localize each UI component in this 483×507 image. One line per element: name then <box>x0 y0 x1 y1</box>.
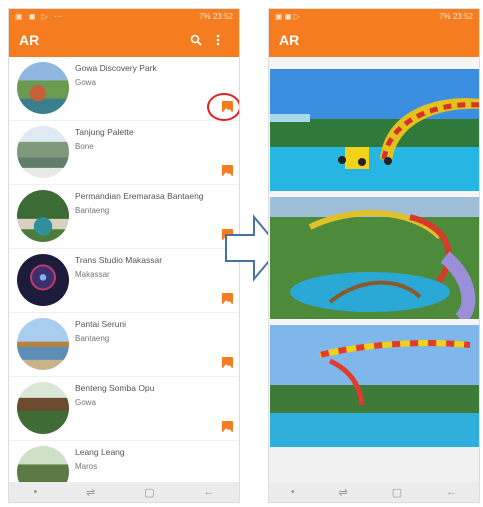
recent-apps-icon[interactable]: ⇌ <box>339 486 348 499</box>
app-title: AR <box>279 32 300 48</box>
place-thumbnail <box>17 62 69 114</box>
list-item[interactable]: Pantai Seruni Bantaeng <box>9 313 239 377</box>
place-location: Maros <box>75 462 98 471</box>
app-bar: AR <box>269 23 479 57</box>
place-location: Bone <box>75 142 94 151</box>
place-thumbnail <box>17 126 69 178</box>
status-bar: ▣ ◼ ▷ 7% 23:52 <box>269 9 479 23</box>
place-thumbnail <box>17 318 69 370</box>
list-item[interactable]: Tanjung Palette Bone <box>9 121 239 185</box>
gallery-photo[interactable] <box>270 69 479 191</box>
search-icon[interactable] <box>185 29 207 51</box>
app-title: AR <box>19 32 40 48</box>
list-item[interactable]: Permandian Eremarasa Bantaeng Bantaeng <box>9 185 239 249</box>
list-screen: ▣ ◼ ▷ ⋯ 7% 23:52 AR Gowa Discovery Park … <box>8 8 240 503</box>
place-name: Trans Studio Makassar <box>75 255 163 265</box>
place-name: Tanjung Palette <box>75 127 134 137</box>
status-time: 7% 23:52 <box>439 11 473 21</box>
more-vert-icon[interactable] <box>207 29 229 51</box>
highlight-circle <box>207 93 239 121</box>
place-location: Gowa <box>75 78 96 87</box>
gallery-photo[interactable] <box>270 325 479 447</box>
place-name: Permandian Eremarasa Bantaeng <box>75 191 204 201</box>
image-icon[interactable] <box>222 165 233 176</box>
place-thumbnail <box>17 190 69 242</box>
back-icon[interactable]: ← <box>446 486 457 498</box>
list-item[interactable]: Benteng Somba Opu Gowa <box>9 377 239 441</box>
nav-bar: • ⇌ ▢ ← <box>269 482 479 502</box>
nav-dot-icon[interactable]: • <box>291 486 295 498</box>
place-location: Makassar <box>75 270 110 279</box>
status-bar: ▣ ◼ ▷ ⋯ 7% 23:52 <box>9 9 239 23</box>
place-thumbnail <box>17 254 69 306</box>
nav-bar: • ⇌ ▢ ← <box>9 482 239 502</box>
image-icon[interactable] <box>222 293 233 304</box>
place-name: Pantai Seruni <box>75 319 127 329</box>
home-icon[interactable]: ▢ <box>392 486 402 499</box>
back-icon[interactable]: ← <box>204 486 215 498</box>
place-name: Leang Leang <box>75 447 125 457</box>
nav-dot-icon[interactable]: • <box>33 486 37 498</box>
place-location: Bantaeng <box>75 334 110 343</box>
image-icon[interactable] <box>222 421 233 432</box>
place-list: Gowa Discovery Park Gowa Tanjung Palette… <box>9 57 239 502</box>
image-icon[interactable] <box>222 357 233 368</box>
gallery-screen: ▣ ◼ ▷ 7% 23:52 AR • ⇌ ▢ ← <box>268 8 480 503</box>
place-name: Gowa Discovery Park <box>75 63 157 73</box>
list-item[interactable]: Gowa Discovery Park Gowa <box>9 57 239 121</box>
list-item[interactable]: Trans Studio Makassar Makassar <box>9 249 239 313</box>
gallery-photo[interactable] <box>270 197 479 319</box>
status-icons-left: ▣ ◼ ▷ <box>275 11 300 21</box>
place-name: Benteng Somba Opu <box>75 383 155 393</box>
home-icon[interactable]: ▢ <box>144 486 154 499</box>
status-icons: ▣ ◼ ▷ ⋯ <box>15 11 65 21</box>
place-thumbnail <box>17 382 69 434</box>
place-location: Bantaeng <box>75 206 110 215</box>
recent-apps-icon[interactable]: ⇌ <box>86 486 95 499</box>
place-location: Gowa <box>75 398 96 407</box>
app-bar: AR <box>9 23 239 57</box>
status-time: 7% 23:52 <box>199 11 233 21</box>
photo-gallery <box>269 57 479 447</box>
